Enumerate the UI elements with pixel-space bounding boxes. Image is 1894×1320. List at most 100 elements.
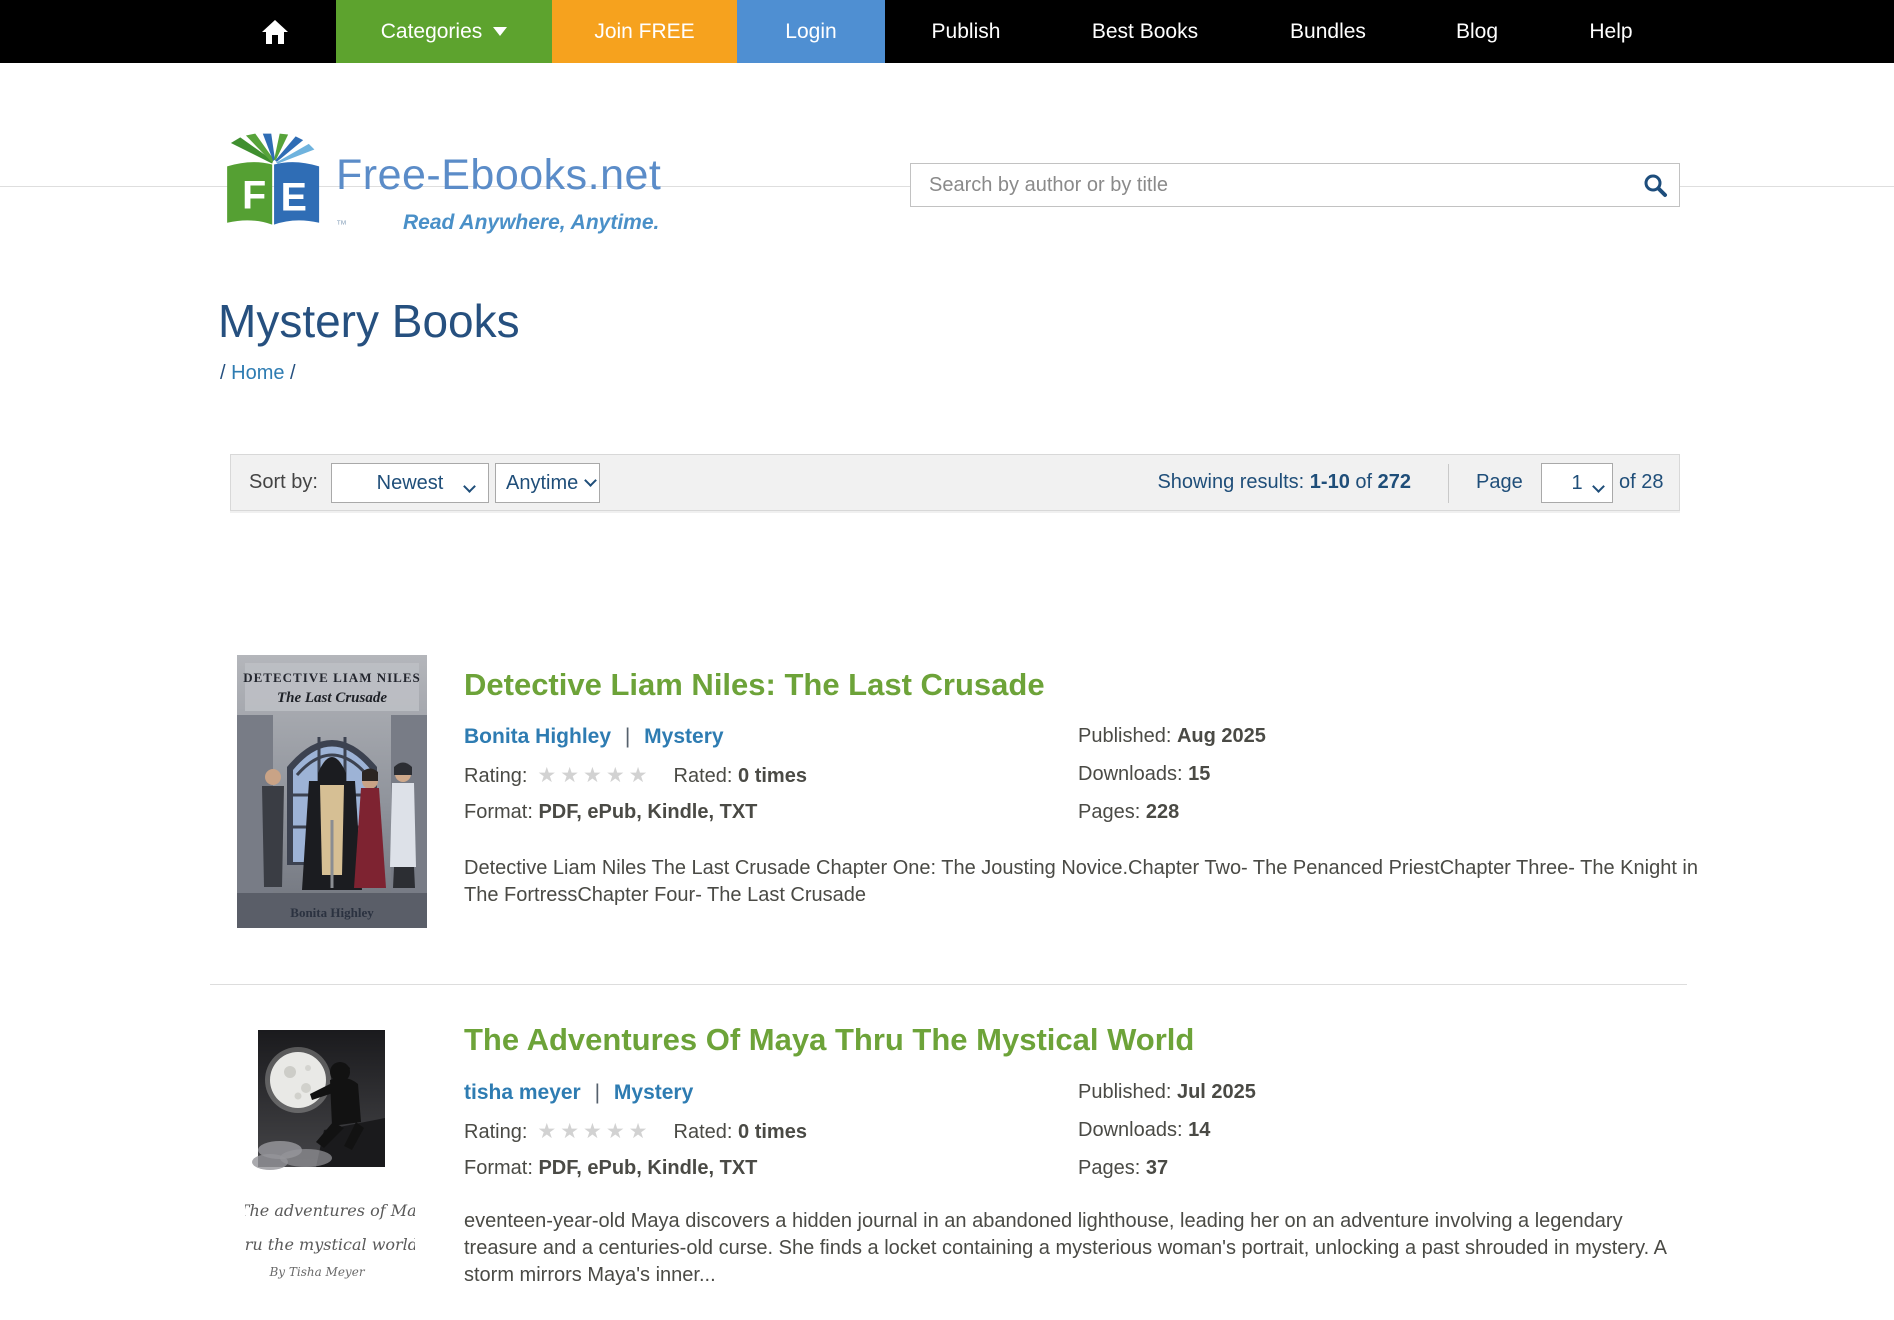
cover-title-line1: DETECTIVE LIAM NILES [243,670,421,685]
home-button[interactable] [247,0,303,63]
rating-label: Rating: [464,1121,527,1143]
rating-label: Rating: [464,765,527,787]
breadcrumb-slash: / [220,362,226,384]
published-value: Aug 2025 [1177,725,1266,747]
author-link[interactable]: Bonita Highley [464,725,611,748]
pages-row: Pages: 228 [1078,801,1179,824]
logo-pages-fan [231,134,315,164]
rated-label: Rated: [674,1121,733,1143]
breadcrumb-home-link[interactable]: Home [231,362,284,384]
pages-total-label: of 28 [1619,471,1663,494]
rated-value: 0 times [738,1121,807,1143]
nav-link-help[interactable]: Help [1541,0,1681,63]
search-button[interactable] [1631,164,1679,206]
author-link[interactable]: tisha meyer [464,1081,581,1104]
pages-value: 228 [1146,801,1179,823]
results-toolbar: Sort by: Newest Anytime Showing results:… [230,454,1680,511]
cover-title-line2: The Last Crusade [277,690,387,706]
book-cover-adventures-of-maya[interactable]: The adventures of Maya thru the mystical… [245,1024,415,1294]
byline-separator: | [595,1081,600,1104]
sort-order-select[interactable]: Newest [331,463,489,503]
page-label: Page [1476,471,1523,494]
downloads-row: Downloads: 14 [1078,1119,1210,1142]
cover-script-line2: thru the mystical world [245,1235,415,1254]
downloads-row: Downloads: 15 [1078,763,1210,786]
sort-order-value: Newest [377,472,444,495]
format-label: Format: [464,1157,533,1179]
page-select-value: 1 [1571,472,1582,495]
rating-stars-icon: ★★★★★ [537,763,651,787]
book-byline: tisha meyer | Mystery [464,1081,693,1105]
category-link[interactable]: Mystery [644,725,723,748]
book-description: Detective Liam Niles The Last Crusade Ch… [464,855,1699,909]
help-label: Help [1589,20,1632,44]
book-title-link[interactable]: The Adventures Of Maya Thru The Mystical… [464,1022,1194,1058]
chevron-down-icon [584,474,597,487]
home-icon [261,19,289,45]
book-title-link[interactable]: Detective Liam Niles: The Last Crusade [464,667,1045,703]
format-row: Format: PDF, ePub, Kindle, TXT [464,801,757,824]
book-cover-detective-liam-niles[interactable]: DETECTIVE LIAM NILES The Last Crusade Bo… [237,655,427,928]
cover-script-line3: By Tisha Meyer [268,1265,365,1279]
logo-letter-f: F [242,174,266,218]
page-select[interactable]: 1 [1541,463,1613,503]
rating-row: Rating: ★★★★★ Rated: 0 times [464,763,807,788]
pages-value: 37 [1146,1157,1168,1179]
login-button[interactable]: Login [737,0,885,63]
categories-button[interactable]: Categories [336,0,552,63]
nav-link-publish[interactable]: Publish [885,0,1047,63]
logo-letter-e: E [281,176,307,220]
of-word: of [1355,471,1372,493]
publish-label: Publish [932,20,1001,44]
caret-down-icon [493,27,507,36]
entry-divider [210,984,1687,985]
cover-author-name: Bonita Highley [290,905,374,920]
format-row: Format: PDF, ePub, Kindle, TXT [464,1157,757,1180]
rated-label: Rated: [674,765,733,787]
nav-link-bundles[interactable]: Bundles [1243,0,1413,63]
book-list-item: DETECTIVE LIAM NILES The Last Crusade Bo… [0,655,1894,985]
toolbar-divider [1448,464,1449,503]
downloads-value: 15 [1188,763,1210,785]
chevron-down-icon [463,480,476,493]
nav-link-best-books[interactable]: Best Books [1047,0,1243,63]
published-label: Published: [1078,1081,1171,1103]
downloads-label: Downloads: [1078,763,1183,785]
site-header: F E ™ Free-Ebooks.net Read Anywhere, Any… [0,63,1894,187]
time-filter-select[interactable]: Anytime [495,463,600,503]
category-link[interactable]: Mystery [614,1081,693,1104]
search-input[interactable] [911,174,1631,197]
cover-figure-left [262,769,284,887]
top-nav: Categories Join FREE Login Publish Best … [0,0,1894,63]
nav-spacer [0,0,247,63]
search-icon [1642,172,1668,198]
cover-photo [252,1030,385,1170]
pages-label: Pages: [1078,1157,1140,1179]
showing-label: Showing results: [1157,471,1304,493]
downloads-value: 14 [1188,1119,1210,1141]
search-box [910,163,1680,207]
published-label: Published: [1078,725,1171,747]
pages-row: Pages: 37 [1078,1157,1168,1180]
rated-value: 0 times [738,765,807,787]
logo-title[interactable]: Free-Ebooks.net [336,151,661,200]
best-books-label: Best Books [1092,20,1198,44]
showing-results-text: Showing results: 1-10 of 272 [1157,471,1411,494]
format-label: Format: [464,801,533,823]
pages-label: Pages: [1078,801,1140,823]
breadcrumb: / Home / [220,362,296,385]
byline-separator: | [625,725,630,748]
join-free-button[interactable]: Join FREE [552,0,737,63]
published-row: Published: Aug 2025 [1078,725,1266,748]
nav-link-blog[interactable]: Blog [1413,0,1541,63]
published-row: Published: Jul 2025 [1078,1081,1256,1104]
book-list-item: The adventures of Maya thru the mystical… [0,1020,1894,1320]
format-value: PDF, ePub, Kindle, TXT [538,801,757,823]
showing-range: 1-10 [1310,471,1350,493]
page-title: Mystery Books [218,294,520,348]
site-logo[interactable]: F E ™ [214,133,336,228]
breadcrumb-slash: / [290,362,296,384]
format-value: PDF, ePub, Kindle, TXT [538,1157,757,1179]
open-book-logo-icon: F E [214,133,336,228]
published-value: Jul 2025 [1177,1081,1256,1103]
